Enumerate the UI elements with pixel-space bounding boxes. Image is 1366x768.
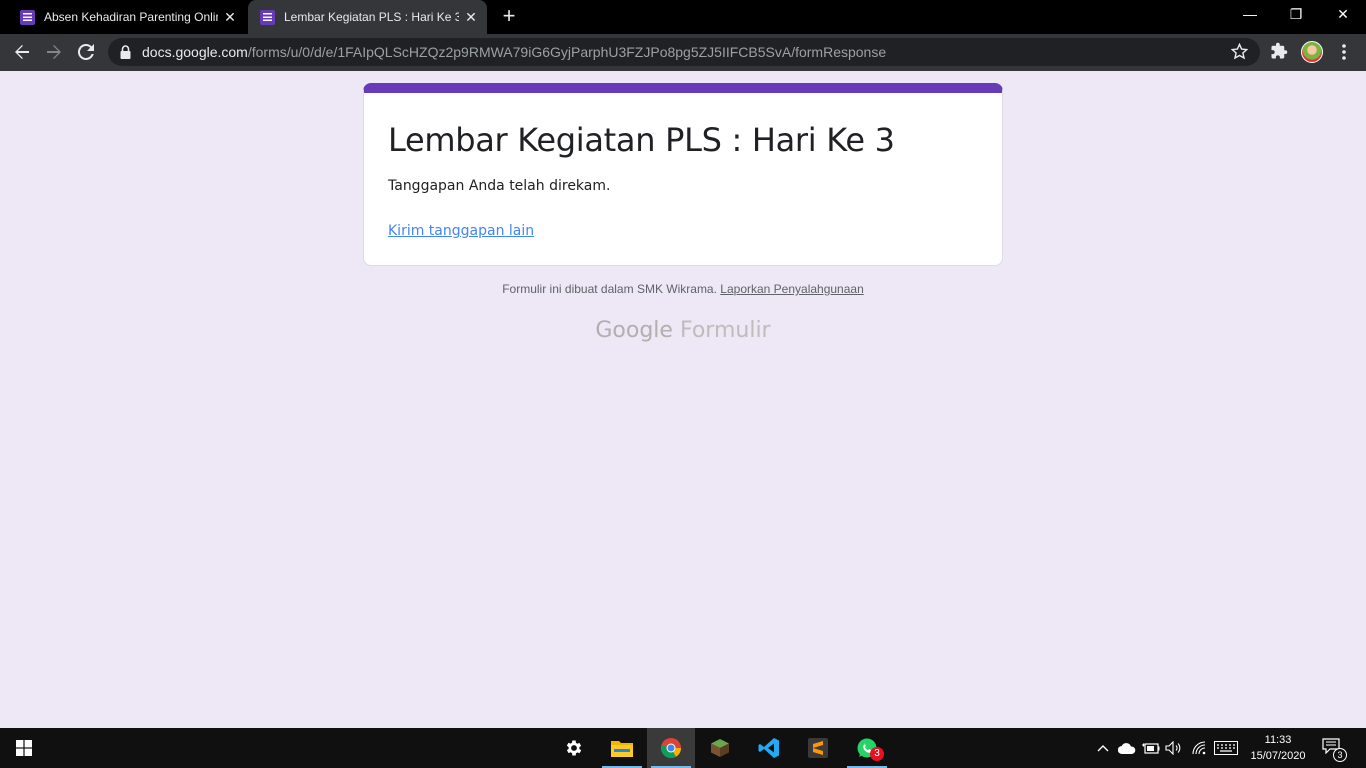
- tray-battery[interactable]: [1141, 728, 1161, 768]
- taskbar-file-explorer[interactable]: [598, 728, 646, 768]
- url-path: /forms/u/0/d/e/1FAIpQLScHZQz2p9RMWA79iG6…: [247, 44, 887, 60]
- tab-label: Absen Kehadiran Parenting Onlin: [44, 10, 218, 24]
- tray-show-hidden-icons[interactable]: [1094, 728, 1112, 768]
- touch-keyboard-icon: [1214, 741, 1238, 755]
- tab-close-icon[interactable]: ✕: [218, 9, 242, 26]
- tray-wifi[interactable]: [1189, 728, 1211, 768]
- sublime-text-icon: [808, 738, 828, 758]
- clock-time: 11:33: [1264, 734, 1292, 746]
- back-button[interactable]: [8, 38, 36, 66]
- settings-icon: [566, 740, 582, 756]
- form-title: Lembar Kegiatan PLS : Hari Ke 3: [388, 121, 895, 159]
- address-bar[interactable]: docs.google.com/forms/u/0/d/e/1FAIpQLScH…: [108, 38, 1260, 66]
- brand-product: Formulir: [679, 318, 771, 343]
- report-abuse-link[interactable]: Laporkan Penyalahgunaan: [720, 282, 863, 296]
- browser-toolbar: docs.google.com/forms/u/0/d/e/1FAIpQLScH…: [0, 34, 1366, 71]
- file-explorer-icon: [611, 741, 633, 757]
- windows-taskbar: 3 11:33 15/07/2020 3: [0, 728, 1366, 768]
- taskbar-whatsapp[interactable]: 3: [843, 728, 891, 768]
- chrome-icon: [660, 738, 682, 759]
- profile-avatar[interactable]: [1301, 41, 1323, 63]
- google-forms-icon: [20, 9, 35, 25]
- form-footer: Formulir ini dibuat dalam SMK Wikrama. L…: [0, 282, 1366, 296]
- submit-another-response-link[interactable]: Kirim tanggapan lain: [388, 223, 534, 239]
- google-forms-logo[interactable]: Google Formulir: [0, 318, 1366, 343]
- tab-close-icon[interactable]: ✕: [459, 9, 483, 26]
- minecraft-icon: [711, 739, 729, 757]
- arrow-right-icon: [47, 45, 61, 59]
- new-tab-button[interactable]: +: [497, 5, 521, 29]
- cloud-icon: [1118, 742, 1136, 754]
- battery-charging-icon: [1142, 743, 1160, 754]
- restore-button[interactable]: ❐: [1273, 0, 1319, 30]
- chevron-up-icon: [1097, 745, 1109, 752]
- arrow-left-icon: [15, 45, 29, 59]
- tab-absen-kehadiran[interactable]: Absen Kehadiran Parenting Onlin ✕: [8, 0, 246, 34]
- windows-logo-icon: [16, 740, 32, 756]
- confirmation-message: Tanggapan Anda telah direkam.: [388, 178, 611, 194]
- whatsapp-unread-badge: 3: [870, 747, 884, 761]
- lock-icon: [120, 45, 131, 59]
- taskbar-settings[interactable]: [550, 728, 598, 768]
- browser-titlebar: Absen Kehadiran Parenting Onlin ✕ Lembar…: [0, 0, 1366, 34]
- form-confirmation-card: Lembar Kegiatan PLS : Hari Ke 3 Tanggapa…: [363, 83, 1003, 266]
- reload-button[interactable]: [72, 38, 100, 66]
- tray-volume[interactable]: [1164, 728, 1184, 768]
- reload-icon: [78, 44, 94, 60]
- tab-lembar-kegiatan[interactable]: Lembar Kegiatan PLS : Hari Ke 3 ✕: [248, 0, 487, 34]
- bookmark-star-icon[interactable]: [1231, 43, 1248, 60]
- extensions-puzzle-icon[interactable]: [1270, 42, 1288, 60]
- taskbar-minecraft[interactable]: [696, 728, 744, 768]
- forward-button[interactable]: [40, 38, 68, 66]
- taskbar-sublime-text[interactable]: [794, 728, 842, 768]
- google-forms-icon: [260, 9, 275, 25]
- wifi-icon: [1192, 741, 1206, 755]
- brand-google: Google: [595, 318, 673, 343]
- speaker-icon: [1165, 741, 1181, 755]
- system-clock[interactable]: 11:33 15/07/2020: [1244, 732, 1312, 764]
- taskbar-vscode[interactable]: [745, 728, 793, 768]
- url-text: docs.google.com/forms/u/0/d/e/1FAIpQLScH…: [142, 44, 886, 60]
- taskbar-chrome[interactable]: [647, 728, 695, 768]
- notification-count-badge: 3: [1333, 748, 1347, 762]
- tab-label: Lembar Kegiatan PLS : Hari Ke 3: [284, 10, 459, 24]
- footer-text: Formulir ini dibuat dalam SMK Wikrama.: [502, 282, 717, 296]
- clock-date: 15/07/2020: [1250, 750, 1306, 762]
- tray-keyboard[interactable]: [1212, 728, 1240, 768]
- vscode-icon: [758, 738, 779, 758]
- url-host: docs.google.com: [142, 44, 248, 60]
- start-button[interactable]: [0, 728, 48, 768]
- chrome-menu-icon[interactable]: [1342, 44, 1346, 60]
- close-window-button[interactable]: ✕: [1320, 0, 1366, 30]
- tray-onedrive[interactable]: [1117, 728, 1137, 768]
- minimize-button[interactable]: —: [1227, 0, 1273, 30]
